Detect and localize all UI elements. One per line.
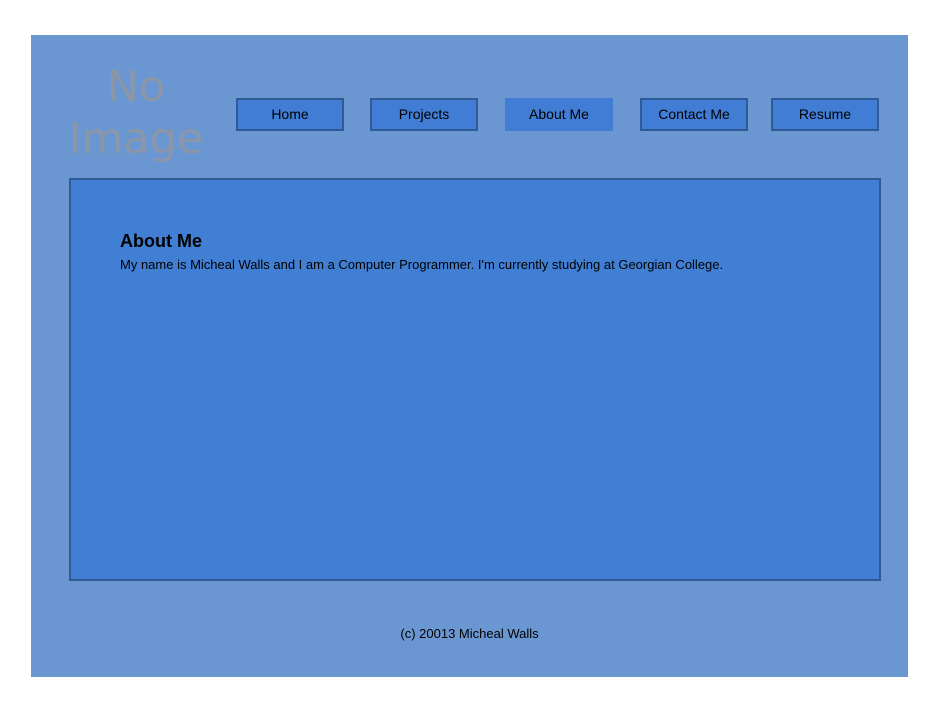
section-heading: About Me	[120, 231, 202, 251]
nav-about-me-button[interactable]: About Me	[505, 98, 613, 131]
nav-contact-me-button[interactable]: Contact Me	[640, 98, 748, 131]
main-content-panel: About Me My name is Micheal Walls and I …	[69, 178, 881, 581]
about-paragraph: My name is Micheal Walls and I am a Comp…	[120, 257, 724, 272]
nav-home-button[interactable]: Home	[236, 98, 344, 131]
logo-text-line2: Image	[68, 114, 204, 164]
logo-placeholder-image: No Image	[66, 61, 206, 165]
nav-projects-button[interactable]: Projects	[370, 98, 478, 131]
page-container: No Image Home Projects About Me Contact …	[31, 35, 908, 677]
footer-copyright: (c) 20013 Micheal Walls	[400, 626, 539, 641]
nav-resume-button[interactable]: Resume	[771, 98, 879, 131]
logo-text-line1: No	[106, 62, 166, 112]
